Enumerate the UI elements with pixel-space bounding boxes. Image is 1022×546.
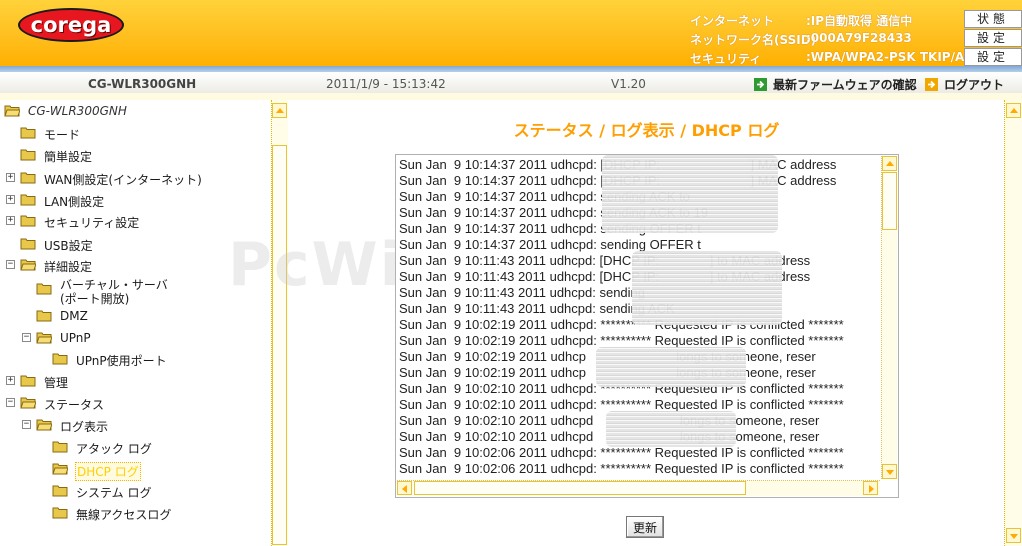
main-content: ステータス / ログ表示 / DHCP ログ Sun Jan 9 10:14:3… xyxy=(289,100,1004,546)
folder-icon xyxy=(52,485,68,497)
ssid-row: ネットワーク名(SSID) :000A79F28433 設定 xyxy=(690,29,1022,47)
folder-icon xyxy=(20,172,36,184)
collapse-minus-icon[interactable]: − xyxy=(6,260,15,269)
sidebar-item-label: LAN側設定 xyxy=(44,195,105,209)
redaction-mark xyxy=(606,411,736,447)
arrow-right-icon xyxy=(754,78,767,91)
header-bar: corega インターネット :IP自動取得 通信中 状態 ネットワーク名(SS… xyxy=(0,0,1022,66)
main-scrollbar[interactable] xyxy=(1004,100,1022,546)
scroll-left-icon[interactable] xyxy=(397,481,412,495)
sidebar-item-label: DMZ xyxy=(60,309,88,323)
refresh-button[interactable]: 更新 xyxy=(626,516,664,538)
folder-icon xyxy=(20,215,36,227)
sidebar-item-label: USB設定 xyxy=(44,239,93,253)
scroll-up-icon[interactable] xyxy=(882,156,897,171)
sidebar-item-label: ログ表示 xyxy=(60,420,109,434)
expand-plus-icon[interactable]: + xyxy=(6,216,15,225)
ssid-settings-button[interactable]: 設定 xyxy=(964,29,1022,47)
scroll-thumb[interactable] xyxy=(414,481,746,495)
logout-label: ログアウト xyxy=(944,78,1005,92)
sidebar-item-label: WAN側設定(インターネット) xyxy=(44,173,202,187)
security-settings-button[interactable]: 設定 xyxy=(964,48,1022,66)
logo-text: corega xyxy=(30,13,112,37)
firmware-version: V1.20 xyxy=(611,77,646,91)
internet-status-row: インターネット :IP自動取得 通信中 状態 xyxy=(690,10,1022,28)
folder-icon xyxy=(20,194,36,206)
folder-icon xyxy=(20,238,36,250)
ssid-label: ネットワーク名(SSID) xyxy=(690,33,817,47)
sidebar-item-label: 管理 xyxy=(44,376,69,390)
collapse-minus-icon[interactable]: − xyxy=(22,333,31,342)
current-datetime: 2011/1/9 - 15:13:42 xyxy=(326,77,446,91)
firmware-check-label: 最新ファームウェアの確認 xyxy=(773,78,917,92)
folder-open-icon xyxy=(20,397,36,409)
internet-value: :IP自動取得 通信中 xyxy=(806,14,913,28)
folder-open-icon xyxy=(20,259,36,271)
log-line: Sun Jan 9 10:02:06 2011 udhcpd: ********… xyxy=(399,461,844,476)
collapse-minus-icon[interactable]: − xyxy=(6,398,15,407)
folder-open-icon xyxy=(36,419,52,431)
expand-plus-icon[interactable]: + xyxy=(6,173,15,182)
folder-open-icon xyxy=(52,463,68,475)
scroll-down-icon[interactable] xyxy=(882,464,897,479)
folder-icon xyxy=(36,283,52,295)
redaction-mark xyxy=(602,155,778,233)
scroll-thumb[interactable] xyxy=(272,145,287,545)
sidebar-scrollbar[interactable] xyxy=(271,100,288,546)
folder-open-icon xyxy=(4,105,20,117)
folder-icon xyxy=(20,375,36,387)
expand-plus-icon[interactable]: + xyxy=(6,376,15,385)
page-title: ステータス / ログ表示 / DHCP ログ xyxy=(513,121,780,140)
logout-arrow-icon xyxy=(925,78,938,91)
ssid-value: :000A79F28433 xyxy=(806,31,912,45)
folder-icon xyxy=(52,353,68,365)
folder-icon xyxy=(20,127,36,139)
sidebar-item-label: セキュリティ設定 xyxy=(44,216,140,230)
log-vertical-scrollbar[interactable] xyxy=(881,156,897,479)
scroll-down-icon[interactable] xyxy=(1006,528,1021,543)
firmware-check-link[interactable]: 最新ファームウェアの確認 xyxy=(754,76,917,93)
sidebar-item-label: UPnP使用ポート xyxy=(76,354,167,368)
sidebar-item-label: 詳細設定 xyxy=(44,260,93,274)
sidebar-item-label: アタック ログ xyxy=(76,442,152,456)
internet-label: インターネット xyxy=(690,14,775,28)
security-value: :WPA/WPA2-PSK TKIP/AES xyxy=(806,50,982,64)
sidebar-item-label: モード xyxy=(44,128,81,142)
model-name: CG-WLR300GNH xyxy=(88,77,197,91)
log-line: Sun Jan 9 10:02:06 2011 udhcpd: ********… xyxy=(399,445,844,460)
scroll-up-icon[interactable] xyxy=(272,103,287,118)
redaction-mark xyxy=(632,251,782,325)
sidebar-item-label: システム ログ xyxy=(76,486,152,500)
folder-icon xyxy=(52,507,68,519)
folder-icon xyxy=(20,149,36,161)
folder-icon xyxy=(52,441,68,453)
sidebar-item-label: 無線アクセスログ xyxy=(76,508,172,522)
expand-plus-icon[interactable]: + xyxy=(6,195,15,204)
sidebar-tree: CG-WLR300GNH モード 簡単設定 + WAN側設定(インターネット) … xyxy=(0,100,272,546)
redaction-mark xyxy=(596,347,746,387)
sidebar-item-label-sub: (ポート開放) xyxy=(60,292,130,306)
internet-status-button[interactable]: 状態 xyxy=(964,10,1022,28)
log-horizontal-scrollbar[interactable] xyxy=(397,480,880,496)
logout-link[interactable]: ログアウト xyxy=(925,76,1004,93)
sidebar-item-label: UPnP xyxy=(60,331,91,345)
dhcp-log-textarea[interactable]: Sun Jan 9 10:14:37 2011 udhcpd: [DHCP IP… xyxy=(395,154,899,498)
sidebar-item-label: DHCP ログ xyxy=(75,462,141,481)
collapse-minus-icon[interactable]: − xyxy=(22,420,31,429)
security-label: セキュリティ xyxy=(690,52,762,66)
sidebar-item-label: 簡単設定 xyxy=(44,150,93,164)
folder-icon xyxy=(36,310,52,322)
scroll-up-icon[interactable] xyxy=(1006,103,1021,118)
scroll-right-icon[interactable] xyxy=(863,481,878,495)
corega-logo: corega xyxy=(18,8,124,42)
sidebar-item-label: ステータス xyxy=(44,398,105,412)
scroll-thumb[interactable] xyxy=(882,172,897,230)
security-row: セキュリティ :WPA/WPA2-PSK TKIP/AES 設定 xyxy=(690,48,1022,66)
folder-open-icon xyxy=(36,332,52,344)
tree-root-label: CG-WLR300GNH xyxy=(28,104,127,118)
status-bar: CG-WLR300GNH 2011/1/9 - 15:13:42 V1.20 最… xyxy=(0,66,1022,100)
